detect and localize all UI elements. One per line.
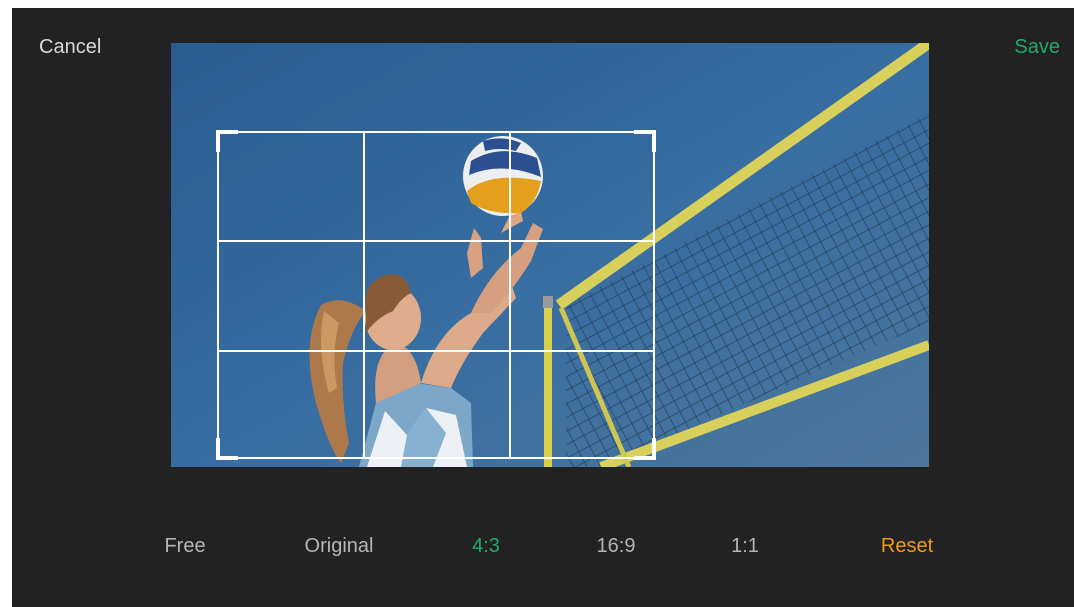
grid-line-vertical <box>509 133 511 457</box>
grid-line-horizontal <box>219 350 653 352</box>
crop-handle-top-left[interactable] <box>216 130 238 152</box>
reset-button[interactable]: Reset <box>881 535 933 557</box>
crop-handle-bottom-right[interactable] <box>634 438 656 460</box>
save-button[interactable]: Save <box>1014 37 1060 57</box>
grid-line-vertical <box>363 133 365 457</box>
grid-line-horizontal <box>219 240 653 242</box>
crop-handle-bottom-left[interactable] <box>216 438 238 460</box>
ratio-1-1-button[interactable]: 1:1 <box>731 535 759 557</box>
ratio-original-button[interactable]: Original <box>305 535 374 557</box>
ratio-4-3-button[interactable]: 4:3 <box>472 535 500 557</box>
ratio-free-button[interactable]: Free <box>164 535 205 557</box>
crop-editor: Cancel Save Free Original 4:3 16:9 1:1 R… <box>12 8 1074 607</box>
crop-frame[interactable] <box>216 130 656 460</box>
crop-handle-top-right[interactable] <box>634 130 656 152</box>
ratio-16-9-button[interactable]: 16:9 <box>597 535 636 557</box>
cancel-button[interactable]: Cancel <box>39 37 101 57</box>
